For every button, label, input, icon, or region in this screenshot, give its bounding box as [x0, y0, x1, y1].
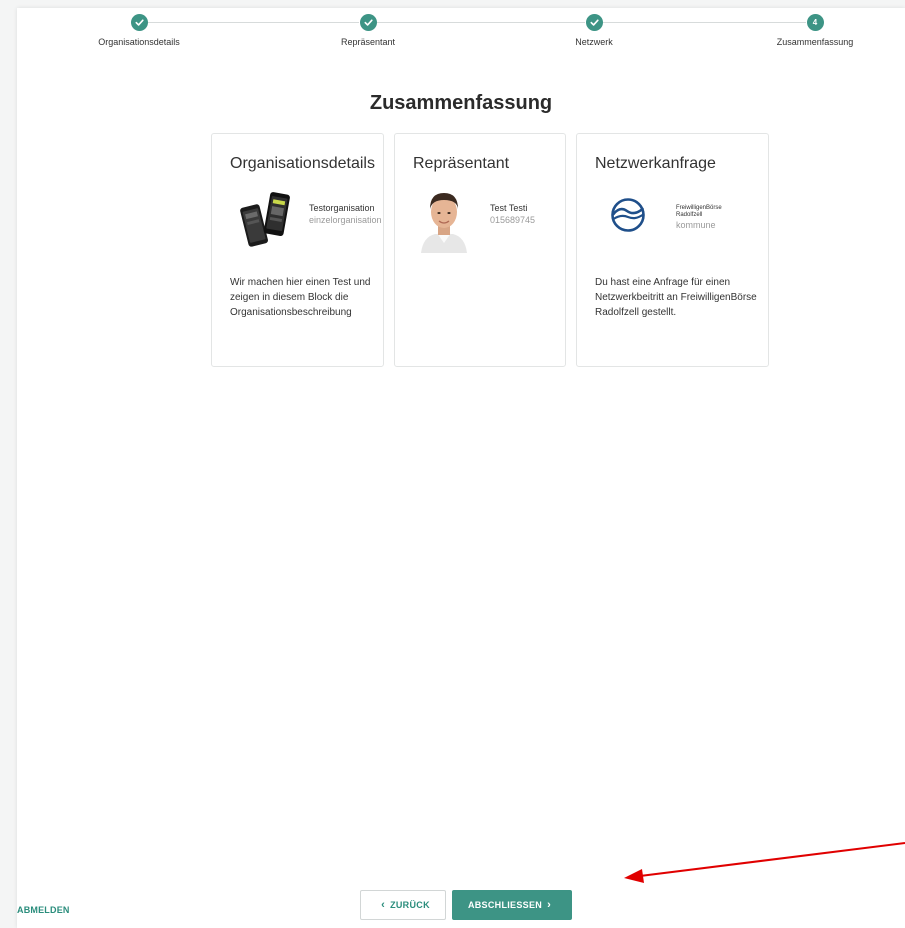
representative-card: Repräsentant Test Testi 015689745 — [394, 133, 566, 367]
page-container: Organisationsdetails Repräsentant Netzwe… — [17, 8, 905, 928]
page-title: Zusammenfassung — [369, 92, 553, 114]
step-label: Zusammenfassung — [776, 37, 854, 47]
representative-phone: 015689745 — [490, 215, 536, 225]
step-organisationsdetails[interactable]: Organisationsdetails — [59, 14, 219, 47]
progress-stepper: Organisationsdetails Repräsentant Netzwe… — [17, 8, 905, 68]
check-icon — [585, 14, 603, 31]
logout-link[interactable]: ABMELDEN — [17, 905, 70, 915]
card-title: Repräsentant — [413, 155, 510, 172]
step-netzwerk[interactable]: Netzwerk — [514, 14, 674, 47]
network-request-description: Du hast eine Anfrage für einen Netzwerkb… — [595, 277, 757, 318]
chevron-right-icon: › — [547, 898, 552, 911]
check-icon — [130, 14, 148, 31]
step-label: Netzwerk — [575, 37, 613, 47]
network-org-name-line2: Radolfzell — [676, 212, 703, 218]
check-icon — [359, 14, 377, 31]
network-org-name-line1: FreiwilligenBörse — [676, 205, 722, 211]
organisation-type: einzelorganisation — [309, 215, 382, 225]
organisation-name: Testorganisation — [309, 203, 375, 213]
step-repraesentant[interactable]: Repräsentant — [288, 14, 448, 47]
organisation-card: Organisationsdetails Testorganisation ei… — [211, 133, 384, 367]
step-number-badge: 4 — [806, 14, 824, 31]
step-zusammenfassung[interactable]: 4 Zusammenfassung — [735, 14, 895, 47]
finish-button-label: ABSCHLIESSEN — [467, 900, 543, 910]
network-card: Netzwerkanfrage FreiwilligenBörse Radolf… — [576, 133, 769, 367]
back-button-label: ZURÜCK — [390, 900, 430, 910]
phones-image — [240, 192, 290, 247]
card-title: Netzwerkanfrage — [595, 155, 716, 172]
portrait-avatar — [421, 193, 467, 253]
chevron-left-icon: ‹ — [381, 898, 386, 911]
card-title: Organisationsdetails — [230, 155, 375, 172]
step-label: Repräsentant — [340, 37, 396, 47]
finish-button[interactable]: ABSCHLIESSEN › — [452, 890, 572, 920]
network-org-type: kommune — [676, 220, 716, 230]
back-button[interactable]: ‹ ZURÜCK — [360, 890, 446, 920]
organisation-description: Wir machen hier einen Test und zeigen in… — [230, 277, 371, 318]
step-label: Organisationsdetails — [98, 37, 180, 47]
representative-name: Test Testi — [490, 203, 528, 213]
wave-circle-logo — [611, 198, 645, 232]
